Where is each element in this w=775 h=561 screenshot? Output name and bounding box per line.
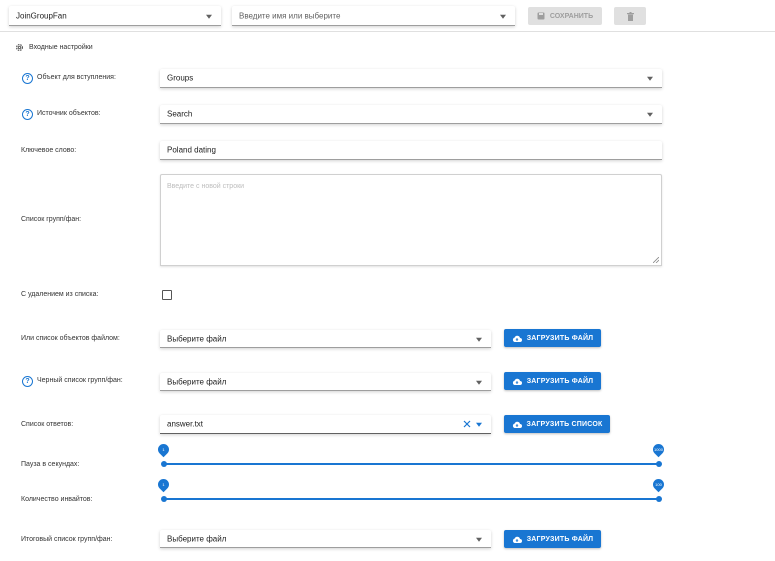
cloud-upload-icon [512, 378, 522, 385]
objects-file-select[interactable]: Выберите файл [160, 330, 491, 348]
pause-max-value: 1000 [654, 447, 663, 452]
gear-icon [15, 43, 24, 52]
cloud-upload-icon [512, 536, 522, 543]
group-list-placeholder: Введите с новой строки [167, 183, 245, 190]
chevron-down-icon [476, 422, 482, 427]
chevron-down-icon [476, 380, 482, 385]
invites-slider-min-thumb[interactable] [161, 496, 167, 502]
chevron-down-icon [476, 337, 482, 342]
delete-button[interactable] [614, 7, 646, 25]
pause-slider-min-pin: 1 [155, 441, 172, 458]
answers-select[interactable]: answer.txt [160, 415, 491, 434]
blacklist-upload-label: ЗАГРУЗИТЬ ФАЙЛ [526, 377, 594, 385]
object-type-value: Groups [167, 73, 194, 83]
invites-label: Количество инвайтов: [21, 496, 93, 503]
module-select[interactable]: JoinGroupFan [9, 6, 221, 26]
save-label: СОХРАНИТЬ [549, 12, 594, 20]
invites-slider-min-pin: 1 [155, 476, 172, 493]
chevron-down-icon [647, 112, 653, 117]
account-select[interactable]: Введите имя или выберите [232, 6, 515, 26]
result-list-label: Итоговый список групп/фан: [21, 536, 113, 543]
source-value: Search [167, 109, 193, 119]
chevron-down-icon [500, 14, 506, 19]
source-select[interactable]: Search [160, 105, 662, 124]
blacklist-label: Черный список групп/фан: [37, 377, 123, 384]
delete-from-list-label: С удалением из списка: [21, 291, 99, 298]
help-icon[interactable]: ? [22, 376, 33, 387]
save-icon [537, 12, 545, 20]
blacklist-upload-button[interactable]: ЗАГРУЗИТЬ ФАЙЛ [504, 372, 601, 390]
pause-slider-max-pin: 1000 [650, 441, 667, 458]
delete-from-list-checkbox[interactable] [162, 290, 172, 300]
resize-handle-icon[interactable] [653, 257, 659, 263]
objects-file-upload-button[interactable]: ЗАГРУЗИТЬ ФАЙЛ [504, 329, 601, 347]
objects-file-label: Или список объектов файлом: [21, 335, 120, 342]
account-select-placeholder: Введите имя или выберите [239, 11, 341, 20]
keyword-input[interactable]: Poland dating [160, 141, 662, 160]
pause-slider-max-thumb[interactable] [656, 461, 662, 467]
help-icon[interactable]: ? [22, 73, 33, 84]
group-list-textarea[interactable]: Введите с новой строки [160, 174, 662, 266]
toolbar-divider [0, 31, 775, 32]
keyword-label: Ключевое слово: [21, 147, 77, 154]
result-list-upload-button[interactable]: ЗАГРУЗИТЬ ФАЙЛ [504, 530, 601, 548]
blacklist-value: Выберите файл [167, 377, 227, 386]
objects-file-upload-label: ЗАГРУЗИТЬ ФАЙЛ [526, 334, 594, 342]
pause-slider-min-thumb[interactable] [161, 461, 167, 467]
clear-icon[interactable] [463, 420, 471, 428]
trash-icon [626, 11, 634, 21]
object-type-select[interactable]: Groups [160, 69, 662, 88]
pause-slider-track[interactable] [164, 463, 659, 465]
result-list-upload-label: ЗАГРУЗИТЬ ФАЙЛ [526, 535, 594, 543]
answers-value: answer.txt [167, 419, 204, 429]
result-list-select[interactable]: Выберите файл [160, 530, 491, 548]
keyword-value: Poland dating [167, 145, 216, 155]
answers-label: Список ответов: [21, 421, 74, 428]
pause-label: Пауза в секундах: [21, 461, 80, 468]
cloud-upload-icon [512, 335, 522, 342]
chevron-down-icon [647, 76, 653, 81]
blacklist-select[interactable]: Выберите файл [160, 373, 491, 391]
group-list-label: Список групп/фан: [21, 216, 82, 223]
invites-slider-max-thumb[interactable] [656, 496, 662, 502]
object-type-label: Объект для вступления: [37, 74, 116, 81]
invites-slider-max-pin: 100 [650, 476, 667, 493]
section-title: Входные настройки [29, 44, 93, 51]
help-icon[interactable]: ? [22, 109, 33, 120]
pause-min-value: 1 [162, 447, 165, 452]
module-select-value: JoinGroupFan [16, 11, 67, 20]
invites-max-value: 100 [655, 482, 662, 487]
chevron-down-icon [476, 537, 482, 542]
chevron-down-icon [206, 14, 212, 19]
answers-upload-label: ЗАГРУЗИТЬ СПИСОК [526, 420, 603, 428]
cloud-upload-icon [512, 421, 522, 428]
result-list-value: Выберите файл [167, 534, 227, 543]
answers-upload-button[interactable]: ЗАГРУЗИТЬ СПИСОК [504, 415, 610, 433]
source-label: Источник объектов: [37, 110, 101, 117]
save-button[interactable]: СОХРАНИТЬ [528, 7, 602, 25]
objects-file-value: Выберите файл [167, 334, 227, 343]
invites-min-value: 1 [162, 482, 165, 487]
invites-slider-track[interactable] [164, 498, 659, 500]
